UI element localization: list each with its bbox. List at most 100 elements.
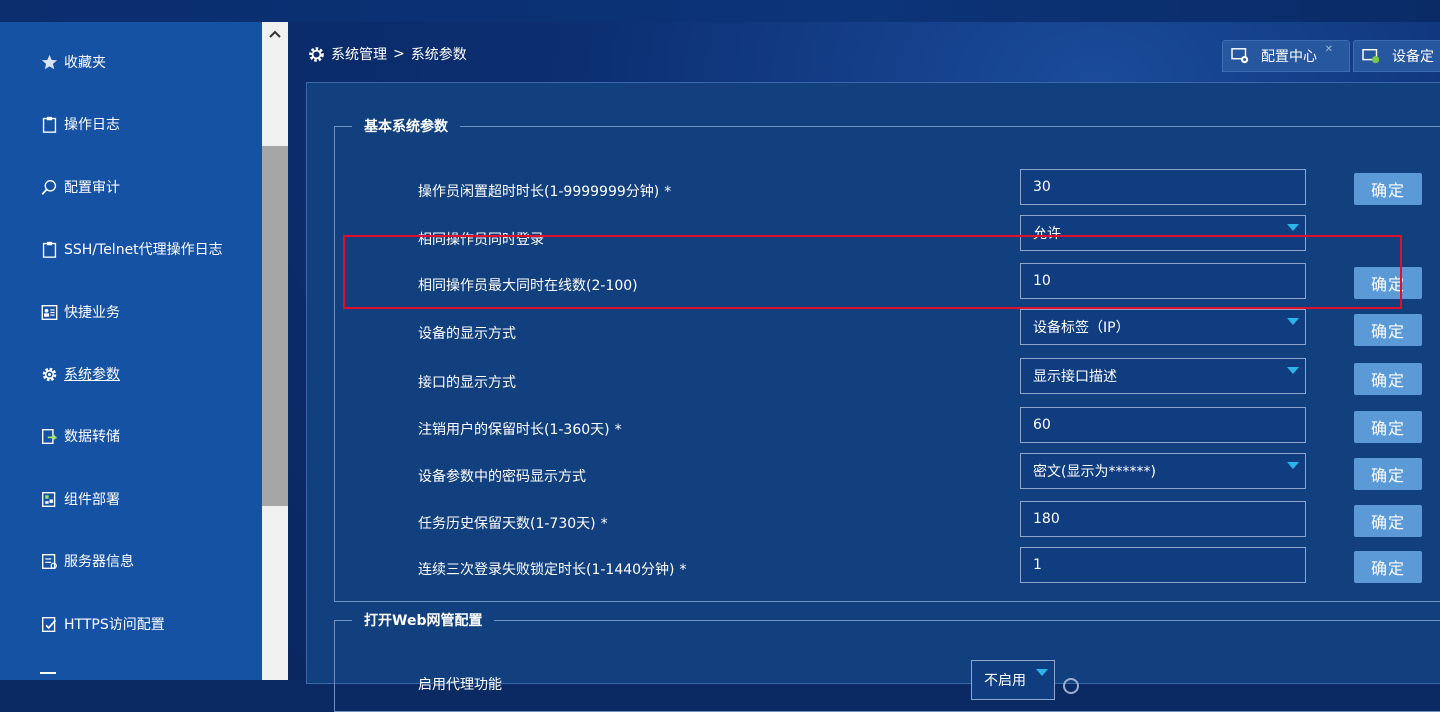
sidebar-item-https-config[interactable]: HTTPS访问配置 <box>40 612 165 636</box>
label-text: 相同操作员最大同时在线数(2-100) <box>418 278 638 294</box>
deregistered-user-retention-input[interactable]: 60 <box>1020 407 1306 443</box>
required-mark: * <box>600 516 608 532</box>
login-failure-lock-confirm-button[interactable]: 确定 <box>1354 551 1422 583</box>
data-transfer-icon <box>40 427 58 445</box>
select-value: 设备标签（IP） <box>1033 320 1130 336</box>
select-value: 不启用 <box>984 673 1026 689</box>
device-display-confirm-button[interactable]: 确定 <box>1354 314 1422 346</box>
chevron-up-icon <box>269 30 281 38</box>
select-value: 显示接口描述 <box>1033 369 1117 385</box>
sidebar-item-ssh-telnet-log[interactable]: SSH/Telnet代理操作日志 <box>40 237 223 261</box>
idle-timeout-input[interactable]: 30 <box>1020 169 1306 205</box>
idle-timeout-label: 操作员闲置超时时长(1-9999999分钟) * <box>418 181 671 201</box>
gear-icon <box>40 365 58 383</box>
password-display-confirm-button[interactable]: 确定 <box>1354 458 1422 490</box>
breadcrumb-root[interactable]: 系统管理 <box>331 44 387 64</box>
scroll-up-button[interactable] <box>262 22 288 46</box>
web-management-section: 打开Web网管配置 启用代理功能 不启用 <box>334 610 1440 712</box>
password-display-select[interactable]: 密文(显示为******) <box>1020 453 1306 489</box>
sidebar-item-label: SSH/Telnet代理操作日志 <box>64 242 223 258</box>
sidebar-item-system-params[interactable]: 系统参数 <box>40 362 120 386</box>
required-mark: * <box>679 562 687 578</box>
interface-display-label: 接口的显示方式 <box>418 372 516 392</box>
search-icon <box>40 178 58 196</box>
sidebar-item-label: 组件部署 <box>64 492 120 508</box>
tab-device[interactable]: 设备定 <box>1353 40 1440 72</box>
label-text: 设备的显示方式 <box>418 326 516 342</box>
gear-icon <box>309 46 324 62</box>
task-history-retention-confirm-button[interactable]: 确定 <box>1354 505 1422 537</box>
scrollbar-thumb[interactable] <box>262 146 288 506</box>
sidebar-item-label: 数据转储 <box>64 429 120 445</box>
sidebar-scrollbar[interactable] <box>262 22 288 680</box>
section-title: 基本系统参数 <box>364 119 448 135</box>
sidebar-item-label: 系统参数 <box>64 367 120 383</box>
close-icon[interactable]: ✕ <box>1325 44 1333 55</box>
config-center-icon <box>1231 47 1251 65</box>
select-value: 允许 <box>1033 226 1061 242</box>
top-banner <box>0 0 1440 22</box>
label-text: 设备参数中的密码显示方式 <box>418 469 586 485</box>
label-text: 任务历史保留天数(1-730天) <box>418 516 596 532</box>
same-operator-login-select[interactable]: 允许 <box>1020 215 1306 251</box>
component-icon <box>40 490 58 508</box>
sidebar-item-component-deploy[interactable]: 组件部署 <box>40 487 120 511</box>
basic-params-section: 基本系统参数 操作员闲置超时时长(1-9999999分钟) * 30 确定 相同操… <box>334 116 1440 602</box>
interface-display-select[interactable]: 显示接口描述 <box>1020 358 1306 394</box>
password-display-label: 设备参数中的密码显示方式 <box>418 466 586 486</box>
dropdown-caret-icon <box>1287 462 1299 469</box>
label-text: 操作员闲置超时时长(1-9999999分钟) <box>418 184 660 200</box>
sidebar-item-favorites[interactable]: 收藏夹 <box>40 50 106 74</box>
https-config-icon <box>40 615 58 633</box>
login-failure-lock-label: 连续三次登录失败锁定时长(1-1440分钟) * <box>418 559 687 579</box>
sidebar-item-server-info[interactable]: 服务器信息 <box>40 549 134 573</box>
sidebar-item-partial <box>40 672 56 682</box>
sidebar-item-quick-service[interactable]: 快捷业务 <box>40 300 120 324</box>
max-online-input[interactable]: 10 <box>1020 263 1306 299</box>
label-text: 接口的显示方式 <box>418 375 516 391</box>
required-mark: * <box>664 184 672 200</box>
star-icon <box>40 53 58 71</box>
id-card-icon <box>40 303 58 321</box>
help-icon[interactable] <box>1063 678 1079 694</box>
sidebar-item-operation-log[interactable]: 操作日志 <box>40 112 120 136</box>
input-value: 30 <box>1033 179 1051 195</box>
server-info-icon <box>40 552 58 570</box>
sidebar-item-label: 操作日志 <box>64 117 120 133</box>
sidebar: 收藏夹 操作日志 配置审计 SSH/Telnet代理操作日志 快捷业务 系统参数… <box>0 22 262 680</box>
interface-display-confirm-button[interactable]: 确定 <box>1354 363 1422 395</box>
max-online-label: 相同操作员最大同时在线数(2-100) <box>418 275 638 295</box>
enable-proxy-select[interactable]: 不启用 <box>971 660 1055 700</box>
sidebar-item-label: 配置审计 <box>64 180 120 196</box>
breadcrumb-separator: > <box>393 46 405 62</box>
clipboard-icon <box>40 115 58 133</box>
input-value: 1 <box>1033 557 1042 573</box>
idle-timeout-confirm-button[interactable]: 确定 <box>1354 173 1422 205</box>
deregistered-user-retention-confirm-button[interactable]: 确定 <box>1354 411 1422 443</box>
label-text: 连续三次登录失败锁定时长(1-1440分钟) <box>418 562 675 578</box>
tab-label: 设备定 <box>1392 49 1434 65</box>
max-online-confirm-button[interactable]: 确定 <box>1354 267 1422 299</box>
device-display-label: 设备的显示方式 <box>418 323 516 343</box>
task-history-retention-input[interactable]: 180 <box>1020 501 1306 537</box>
label-text: 相同操作员同时登录 <box>418 232 544 248</box>
clipboard-icon <box>40 240 58 258</box>
input-value: 60 <box>1033 417 1051 433</box>
device-icon <box>1362 47 1382 65</box>
device-display-select[interactable]: 设备标签（IP） <box>1020 309 1306 345</box>
label-text: 启用代理功能 <box>418 677 502 693</box>
required-mark: * <box>614 422 622 438</box>
login-failure-lock-input[interactable]: 1 <box>1020 547 1306 583</box>
input-value: 10 <box>1033 273 1051 289</box>
dropdown-caret-icon <box>1287 367 1299 374</box>
content-panel: 基本系统参数 操作员闲置超时时长(1-9999999分钟) * 30 确定 相同操… <box>306 82 1440 712</box>
enable-proxy-label: 启用代理功能 <box>418 674 502 694</box>
sidebar-item-config-audit[interactable]: 配置审计 <box>40 175 120 199</box>
tab-config-center[interactable]: 配置中心 ✕ <box>1222 40 1350 72</box>
sidebar-item-label: HTTPS访问配置 <box>64 617 165 633</box>
sidebar-item-data-dump[interactable]: 数据转储 <box>40 424 120 448</box>
sidebar-item-label: 收藏夹 <box>64 55 106 71</box>
section-title: 打开Web网管配置 <box>364 613 483 629</box>
tab-label: 配置中心 <box>1261 49 1317 65</box>
input-value: 180 <box>1033 511 1060 527</box>
